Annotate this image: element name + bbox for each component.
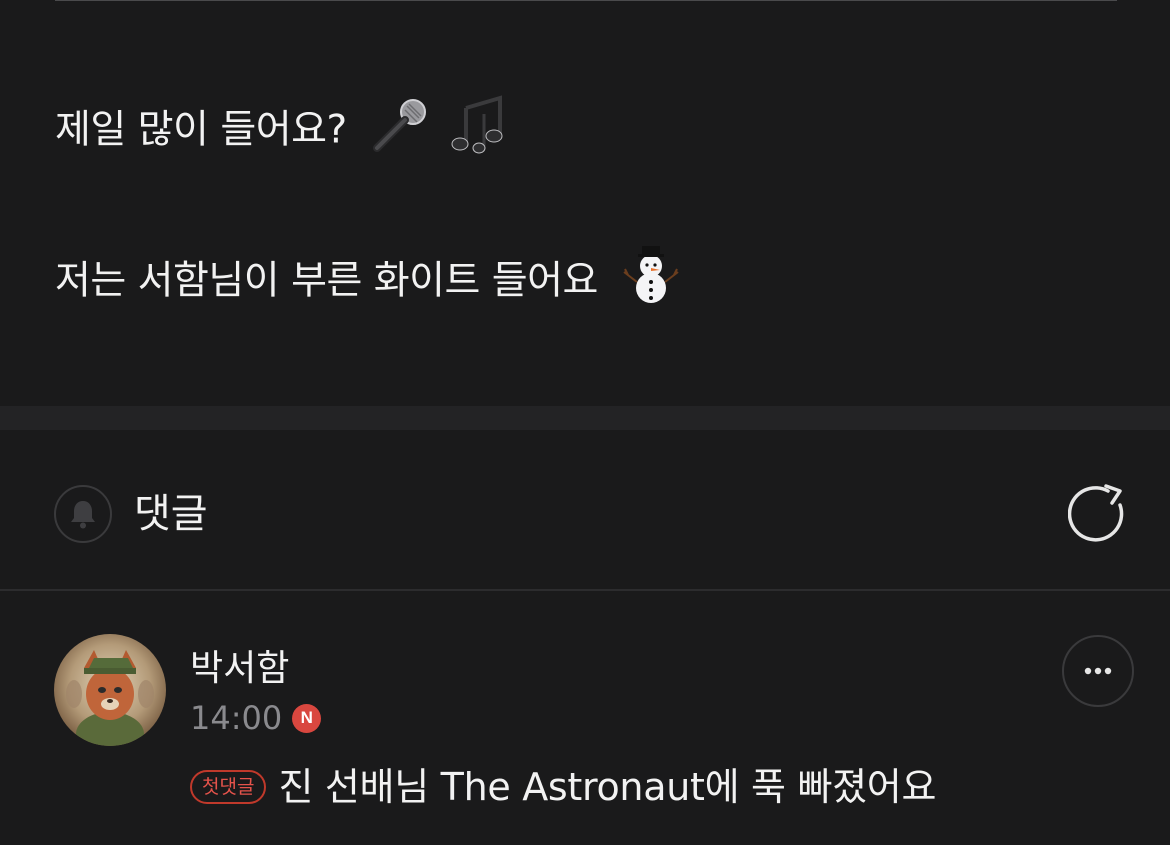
ellipsis-icon [1084,667,1112,675]
post-text-line-2: 저는 서함님이 부른 화이트 들어요 [55,244,682,322]
post-text-line-1: 제일 많이 들어요? [55,94,512,170]
new-badge: N [292,703,322,733]
notification-bell-button[interactable] [54,485,112,543]
avatar[interactable] [54,634,166,746]
snowman-icon [620,244,682,322]
musical-notes-icon [450,94,512,170]
refresh-button[interactable] [1067,483,1132,547]
comment-body: 첫댓글 진 선배님 The Astronaut에 푹 빠졌어요 [190,762,936,812]
comments-header: 댓글 [0,430,1170,590]
microphone-icon [369,96,429,168]
comment-meta: 14:00 N [190,698,322,738]
comment-item: 박서함 14:00 N 첫댓글 진 선배님 The Astronaut에 푹 빠… [0,591,1170,845]
comment-author[interactable]: 박서함 [190,646,289,692]
comment-text: 진 선배님 The Astronaut에 푹 빠졌어요 [278,765,937,809]
top-divider [55,0,1117,1]
bell-icon [71,501,95,529]
post-text: 저는 서함님이 부른 화이트 들어요 [55,258,598,304]
post-text: 제일 많이 들어요? [55,107,347,153]
section-divider [0,406,1170,430]
comments-title: 댓글 [134,491,208,537]
first-comment-badge: 첫댓글 [190,770,267,804]
refresh-icon [1067,484,1124,542]
more-options-button[interactable] [1062,635,1134,707]
comment-time: 14:00 [190,699,283,737]
